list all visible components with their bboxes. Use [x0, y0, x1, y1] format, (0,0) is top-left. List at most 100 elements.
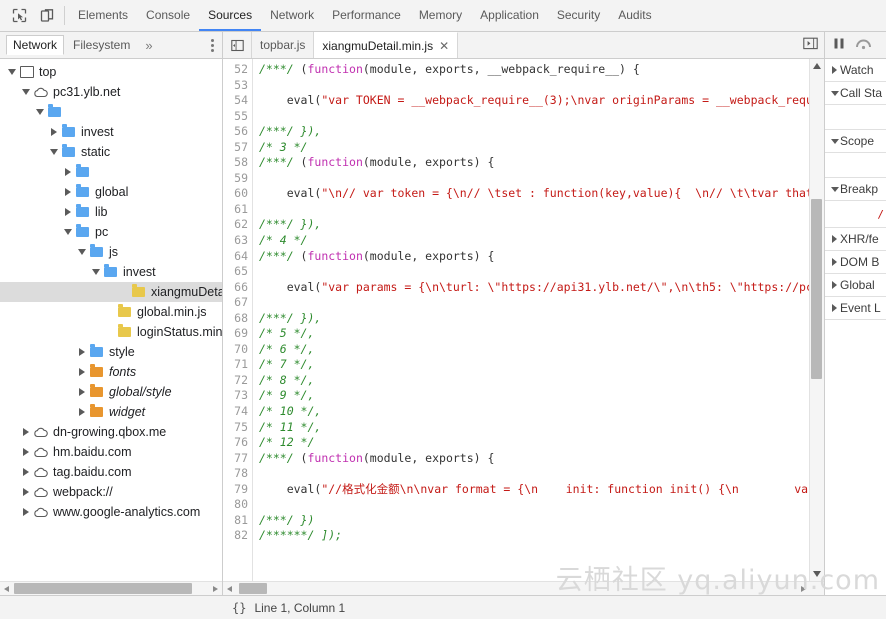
chevron-right-icon[interactable]: [20, 448, 32, 456]
code-line[interactable]: [259, 497, 824, 513]
code-line[interactable]: [259, 171, 824, 187]
code-line[interactable]: /* 4 */: [259, 233, 824, 249]
chevron-right-icon[interactable]: [62, 208, 74, 216]
line-number[interactable]: 69: [223, 326, 248, 342]
line-number[interactable]: 52: [223, 62, 248, 78]
chevron-down-icon[interactable]: [62, 229, 74, 235]
debugger-section-dom-b[interactable]: DOM B: [825, 251, 886, 274]
chevron-down-icon[interactable]: [829, 139, 840, 144]
chevron-right-icon[interactable]: [20, 468, 32, 476]
breakpoint-entry[interactable]: /: [825, 201, 886, 228]
chevron-down-icon[interactable]: [20, 89, 32, 95]
chevron-right-icon[interactable]: [829, 258, 840, 266]
line-number[interactable]: 54: [223, 93, 248, 109]
code-line[interactable]: /***/ }),: [259, 311, 824, 327]
line-number[interactable]: 71: [223, 357, 248, 373]
tree-item[interactable]: global.min.js: [0, 302, 222, 322]
tree-item[interactable]: [0, 162, 222, 182]
code-line[interactable]: [259, 78, 824, 94]
tree-item[interactable]: invest: [0, 122, 222, 142]
line-number[interactable]: 55: [223, 109, 248, 125]
chevron-right-icon[interactable]: [76, 408, 88, 416]
line-number[interactable]: 66: [223, 280, 248, 296]
chevron-right-icon[interactable]: [76, 348, 88, 356]
editor-tab-xiangmudetail[interactable]: xiangmuDetail.min.js ✕: [314, 32, 459, 58]
line-number[interactable]: 76: [223, 435, 248, 451]
tree-item[interactable]: webpack://: [0, 482, 222, 502]
code-line[interactable]: eval("var params = {\n\turl: \"https://a…: [259, 280, 824, 296]
editor-horizontal-scroll-thumb[interactable]: [239, 583, 267, 594]
chevron-right-icon[interactable]: [20, 508, 32, 516]
code-line[interactable]: [259, 202, 824, 218]
tree-item[interactable]: lib: [0, 202, 222, 222]
tree-item[interactable]: static: [0, 142, 222, 162]
navigator-more-tabs-icon[interactable]: »: [139, 38, 157, 53]
close-icon[interactable]: ✕: [439, 40, 449, 52]
tab-application[interactable]: Application: [471, 0, 548, 31]
scroll-down-icon[interactable]: [810, 567, 824, 581]
debugger-section-global[interactable]: Global: [825, 274, 886, 297]
tab-performance[interactable]: Performance: [323, 0, 410, 31]
device-toolbar-icon[interactable]: [38, 7, 56, 25]
tree-item[interactable]: top: [0, 62, 222, 82]
show-debugger-icon[interactable]: [803, 37, 818, 53]
debugger-section-event-l[interactable]: Event L: [825, 297, 886, 320]
chevron-right-icon[interactable]: [76, 368, 88, 376]
tree-item[interactable]: www.google-analytics.com: [0, 502, 222, 522]
file-tree[interactable]: top pc31.ylb.net invest static global lib pc js…: [0, 59, 222, 581]
code-line[interactable]: [259, 264, 824, 280]
navigator-more-options-icon[interactable]: [211, 38, 214, 52]
line-number[interactable]: 62: [223, 217, 248, 233]
line-number[interactable]: 72: [223, 373, 248, 389]
line-number[interactable]: 56: [223, 124, 248, 140]
line-number[interactable]: 77: [223, 451, 248, 467]
tab-console[interactable]: Console: [137, 0, 199, 31]
editor-horizontal-scrollbar[interactable]: [223, 581, 824, 595]
code-line[interactable]: eval("var TOKEN = __webpack_require__(3)…: [259, 93, 824, 109]
chevron-down-icon[interactable]: [48, 149, 60, 155]
source-code-text[interactable]: /***/ (function(module, exports, __webpa…: [253, 59, 824, 581]
chevron-down-icon[interactable]: [34, 109, 46, 115]
chevron-down-icon[interactable]: [6, 69, 18, 75]
navigator-tab-filesystem[interactable]: Filesystem: [66, 36, 137, 54]
code-line[interactable]: /* 11 */,: [259, 420, 824, 436]
tab-sources[interactable]: Sources: [199, 0, 262, 31]
tab-security[interactable]: Security: [548, 0, 609, 31]
line-number[interactable]: 58: [223, 155, 248, 171]
inspect-element-icon[interactable]: [10, 7, 28, 25]
navigator-scroll-thumb[interactable]: [14, 583, 192, 594]
line-number[interactable]: 78: [223, 466, 248, 482]
scroll-right-icon[interactable]: [209, 585, 222, 592]
editor-tab-topbar[interactable]: topbar.js: [252, 32, 315, 58]
chevron-right-icon[interactable]: [62, 188, 74, 196]
tree-item[interactable]: widget: [0, 402, 222, 422]
tree-item[interactable]: style: [0, 342, 222, 362]
pretty-print-icon[interactable]: {}: [222, 601, 254, 615]
tab-network[interactable]: Network: [261, 0, 323, 31]
code-line[interactable]: /******/ ]);: [259, 528, 824, 544]
pause-resume-icon[interactable]: [833, 37, 845, 53]
code-line[interactable]: [259, 109, 824, 125]
chevron-down-icon[interactable]: [90, 269, 102, 275]
code-line[interactable]: [259, 295, 824, 311]
editor-vertical-scrollbar[interactable]: [809, 59, 824, 581]
code-line[interactable]: /* 12 */: [259, 435, 824, 451]
editor-vertical-scroll-thumb[interactable]: [811, 199, 822, 379]
code-line[interactable]: /* 6 */,: [259, 342, 824, 358]
line-number[interactable]: 59: [223, 171, 248, 187]
chevron-right-icon[interactable]: [829, 304, 840, 312]
chevron-right-icon[interactable]: [20, 488, 32, 496]
chevron-down-icon[interactable]: [829, 91, 840, 96]
line-number[interactable]: 53: [223, 78, 248, 94]
line-number[interactable]: 57: [223, 140, 248, 156]
code-line[interactable]: /* 9 */,: [259, 388, 824, 404]
navigator-horizontal-scrollbar[interactable]: [0, 581, 222, 595]
code-line[interactable]: [259, 466, 824, 482]
line-number[interactable]: 64: [223, 249, 248, 265]
line-number[interactable]: 79: [223, 482, 248, 498]
tree-item-selected[interactable]: xiangmuDetail.min.js: [0, 282, 222, 302]
tab-audits[interactable]: Audits: [609, 0, 660, 31]
chevron-right-icon[interactable]: [76, 388, 88, 396]
chevron-right-icon[interactable]: [829, 235, 840, 243]
chevron-right-icon[interactable]: [62, 168, 74, 176]
